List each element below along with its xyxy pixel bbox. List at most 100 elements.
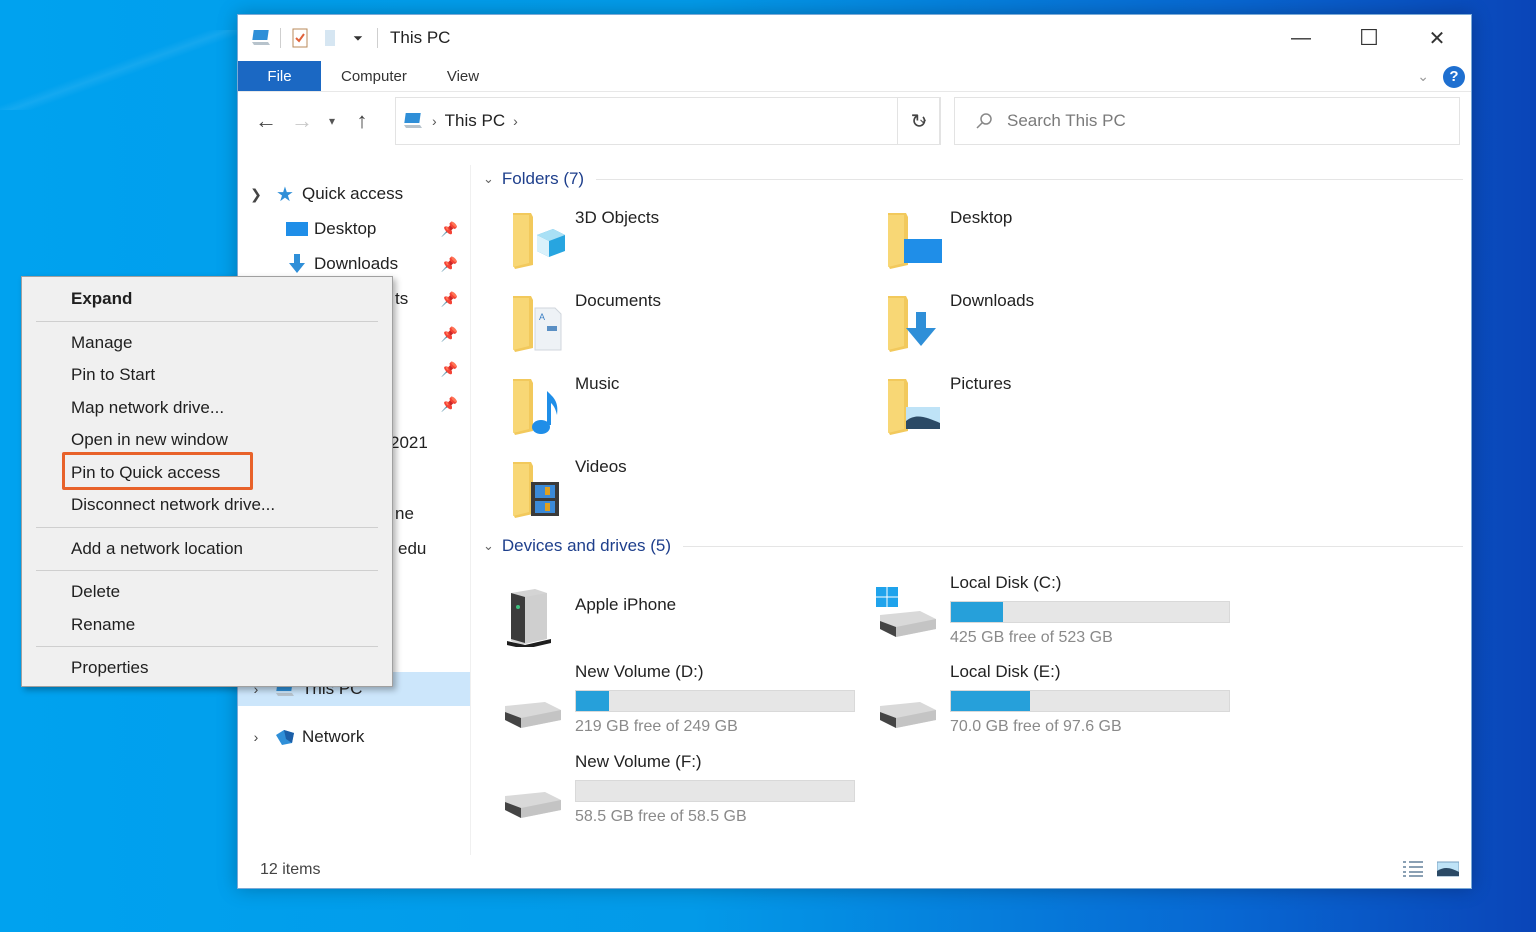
highlight-annotation <box>62 452 253 490</box>
tab-computer[interactable]: Computer <box>321 61 427 91</box>
tab-view[interactable]: View <box>427 61 499 91</box>
menu-separator <box>36 526 378 528</box>
sidebar-item-desktop[interactable]: Desktop 📌 <box>238 212 470 246</box>
search-box[interactable] <box>954 97 1460 145</box>
menu-item-expand[interactable]: Expand <box>22 283 392 316</box>
pin-icon[interactable]: 📌 <box>441 326 458 343</box>
maximize-icon: ☐ <box>1359 25 1379 50</box>
breadcrumb-this-pc[interactable]: This PC <box>445 111 505 131</box>
details-view-icon[interactable] <box>1403 860 1423 883</box>
collapse-chevron-icon[interactable]: ⌄ <box>483 538 494 554</box>
new-folder-icon[interactable] <box>319 27 341 49</box>
tab-file[interactable]: File <box>238 61 321 91</box>
device-name: Apple iPhone <box>575 595 677 614</box>
folder-3d-objects[interactable]: 3D Objects <box>483 205 843 285</box>
customize-toolbar-dropdown-icon[interactable]: ⏷ <box>347 27 369 49</box>
menu-item-map-network-drive[interactable]: Map network drive... <box>22 392 392 425</box>
menu-item-disconnect-network-drive[interactable]: Disconnect network drive... <box>22 489 392 522</box>
pane-divider[interactable] <box>470 165 471 855</box>
hard-drive-icon <box>505 792 561 818</box>
maximize-button[interactable]: ☐ <box>1335 15 1403 61</box>
ribbon-right-controls: ⌄ ? <box>1417 61 1465 92</box>
breadcrumb-chevron-icon[interactable]: › <box>513 113 518 129</box>
sidebar-item-label-partial: ne <box>395 504 414 523</box>
search-icon <box>975 112 993 130</box>
hard-drive-icon <box>880 702 936 728</box>
menu-separator <box>36 570 378 571</box>
folder-desktop[interactable]: Desktop <box>858 205 1218 285</box>
folder-downloads[interactable]: Downloads <box>858 288 1218 368</box>
sidebar-item-quick-access[interactable]: ❯ ★ Quick access <box>238 177 470 211</box>
device-apple-iphone[interactable]: Apple iPhone <box>483 583 843 663</box>
help-icon[interactable]: ? <box>1443 65 1465 88</box>
breadcrumb-chevron-icon[interactable]: › <box>432 113 437 129</box>
collapse-chevron-icon[interactable]: ⌄ <box>483 171 494 187</box>
drive-free-space: 70.0 GB free of 97.6 GB <box>950 718 1122 735</box>
this-pc-icon <box>250 27 272 49</box>
folder-name: Pictures <box>950 374 1012 393</box>
properties-icon[interactable] <box>289 27 311 49</box>
folder-pictures[interactable]: Pictures <box>858 371 1218 451</box>
drive-new-volume-d[interactable]: New Volume (D:) 219 GB free of 249 GB <box>483 662 855 742</box>
system-drive-icon <box>876 587 936 637</box>
pin-icon[interactable]: 📌 <box>441 256 458 273</box>
pin-icon[interactable]: 📌 <box>441 396 458 413</box>
menu-item-pin-to-start[interactable]: Pin to Start <box>22 359 392 392</box>
folder-name: Videos <box>575 457 627 476</box>
minimize-button[interactable]: — <box>1267 15 1335 61</box>
pin-icon[interactable]: 📌 <box>441 291 458 308</box>
pin-icon[interactable]: 📌 <box>441 361 458 378</box>
quick-access-toolbar: ⏷ This PC <box>238 15 450 61</box>
folder-music[interactable]: Music <box>483 371 843 451</box>
sidebar-item-network[interactable]: › Network <box>238 720 470 754</box>
devices-group-header[interactable]: ⌄ Devices and drives (5) <box>483 536 1463 556</box>
desktop-icon <box>286 218 308 240</box>
menu-item-delete[interactable]: Delete <box>22 576 392 609</box>
pin-icon[interactable]: 📌 <box>441 221 458 238</box>
drive-usage-fill <box>576 691 610 711</box>
drive-free-space: 58.5 GB free of 58.5 GB <box>575 808 747 825</box>
menu-item-add-network-location[interactable]: Add a network location <box>22 533 392 566</box>
collapse-chevron-icon[interactable]: ❯ <box>238 186 274 203</box>
toolbar-separator <box>280 28 281 48</box>
downloads-folder-icon <box>888 296 936 352</box>
folder-documents[interactable]: A Documents <box>483 288 843 368</box>
drive-usage-bar <box>575 690 855 712</box>
title-bar: ⏷ This PC — ☐ ✕ <box>238 15 1471 61</box>
drive-local-disk-c[interactable]: Local Disk (C:) 425 GB free of 523 GB <box>858 573 1230 653</box>
back-button[interactable]: ← <box>248 103 284 139</box>
up-button[interactable]: ↑ <box>344 103 380 139</box>
menu-item-properties[interactable]: Properties <box>22 652 392 685</box>
folder-videos[interactable]: Videos <box>483 454 843 534</box>
drive-local-disk-e[interactable]: Local Disk (E:) 70.0 GB free of 97.6 GB <box>858 662 1230 742</box>
drive-usage-bar <box>575 780 855 802</box>
forward-button[interactable]: → <box>284 103 320 139</box>
folders-group-header[interactable]: ⌄ Folders (7) <box>483 169 1463 189</box>
expand-chevron-icon[interactable]: › <box>238 729 274 745</box>
close-button[interactable]: ✕ <box>1403 15 1471 61</box>
drive-usage-fill <box>951 602 1003 622</box>
hard-drive-icon <box>505 702 561 728</box>
search-input[interactable] <box>1007 111 1407 131</box>
folder-name: Desktop <box>950 208 1013 227</box>
item-count: 12 items <box>260 861 321 878</box>
recent-locations-button[interactable]: ▾ <box>320 103 344 139</box>
videos-folder-icon <box>513 462 559 518</box>
music-folder-icon <box>513 379 558 435</box>
network-icon <box>274 726 296 748</box>
sidebar-item-label-partial: ts <box>395 289 409 308</box>
drive-new-volume-f[interactable]: New Volume (F:) 58.5 GB free of 58.5 GB <box>483 752 855 832</box>
address-bar[interactable]: › This PC › ⌄ <box>395 97 940 145</box>
ribbon-tabs: File Computer View ⌄ ? <box>238 61 1471 92</box>
folder-name: Documents <box>575 291 661 310</box>
menu-item-manage[interactable]: Manage <box>22 327 392 360</box>
large-icons-view-icon[interactable] <box>1436 860 1460 883</box>
navigation-bar: ← → ▾ ↑ › This PC › ⌄ ↻ <box>238 95 1471 147</box>
drive-name: New Volume (D:) <box>575 662 704 681</box>
expand-ribbon-icon[interactable]: ⌄ <box>1417 68 1429 85</box>
window-controls: — ☐ ✕ <box>1267 15 1471 61</box>
refresh-button[interactable]: ↻ <box>897 97 941 145</box>
sidebar-item-label: Desktop <box>314 219 377 238</box>
status-bar: 12 items <box>238 852 1471 888</box>
menu-item-rename[interactable]: Rename <box>22 609 392 642</box>
